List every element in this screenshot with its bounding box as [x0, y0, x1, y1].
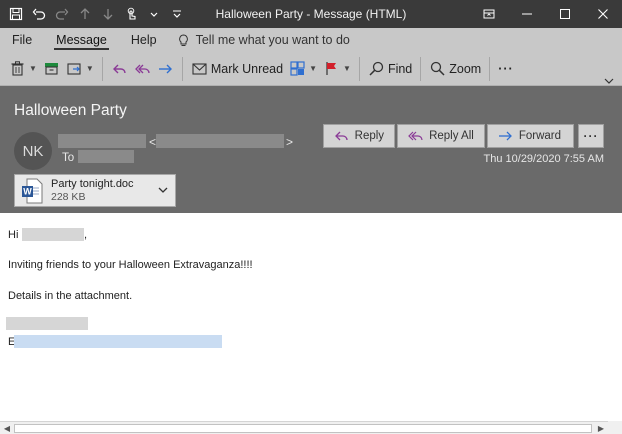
reply-icon [334, 131, 348, 140]
ribbon-separator [420, 56, 422, 81]
search-icon [369, 61, 384, 76]
forward-icon [158, 64, 172, 74]
archive-icon [44, 63, 58, 75]
move-button[interactable]: ▼ [63, 55, 97, 83]
mail-unread-icon [192, 63, 207, 75]
delete-button[interactable]: ▼ [6, 55, 40, 83]
forward-button[interactable]: Forward [486, 124, 574, 148]
maximize-icon[interactable] [546, 0, 584, 28]
menu-bar: File Message Help Tell me what you want … [0, 28, 622, 52]
sender-name-redacted[interactable] [58, 134, 146, 148]
menu-file[interactable]: File [0, 28, 44, 52]
zoom-label: Zoom [449, 61, 482, 76]
ribbon-separator [181, 56, 183, 81]
reply-button[interactable]: Reply [322, 124, 396, 148]
menu-message[interactable]: Message [44, 28, 119, 52]
scrollbar-thumb[interactable] [14, 424, 592, 433]
forward-button[interactable] [154, 55, 177, 83]
scrollbar-corner [608, 421, 622, 434]
scroll-left-icon[interactable]: ◀ [1, 423, 13, 434]
menu-help[interactable]: Help [119, 28, 169, 52]
message-header: Halloween Party NK < > To Reply Reply Al… [0, 86, 622, 213]
reply-all-icon [134, 64, 150, 74]
reply-all-label: Reply All [429, 130, 474, 142]
sender-email-redacted[interactable] [156, 134, 284, 148]
zoom-icon [431, 61, 445, 76]
find-button[interactable]: Find [365, 55, 415, 83]
minimize-icon[interactable] [508, 0, 546, 28]
reply-button[interactable] [108, 55, 131, 83]
categorize-icon [290, 61, 305, 76]
message-body: Hi , Inviting friends to your Halloween … [0, 213, 622, 421]
chevron-down-icon[interactable] [157, 184, 169, 196]
mark-unread-label: Mark Unread [210, 61, 284, 76]
svg-text:W: W [23, 186, 32, 196]
attachment-card[interactable]: W Party tonight.doc 228 KB [14, 174, 176, 207]
message-date: Thu 10/29/2020 7:55 AM [483, 153, 604, 165]
body-greeting: Hi [8, 229, 18, 241]
move-icon [67, 63, 81, 75]
categorize-button[interactable]: ▼ [286, 55, 320, 83]
horizontal-scrollbar[interactable]: ◀ ▶ [0, 421, 608, 434]
more-commands-button[interactable]: ··· [495, 55, 517, 83]
signature-email-link-redacted[interactable] [14, 335, 222, 348]
chevron-down-icon: ▼ [85, 64, 94, 73]
reply-label: Reply [354, 130, 385, 142]
sender-email-close-bracket: > [286, 135, 294, 149]
attachment-info: Party tonight.doc 228 KB [51, 178, 134, 204]
find-label: Find [387, 61, 413, 76]
chevron-down-icon: ▼ [309, 64, 318, 73]
flag-icon [326, 62, 337, 75]
message-subject: Halloween Party [14, 102, 127, 119]
zoom-button[interactable]: Zoom [426, 55, 484, 83]
forward-icon [498, 131, 512, 140]
tell-me-search[interactable]: Tell me what you want to do [177, 33, 350, 47]
close-icon[interactable] [584, 0, 622, 28]
window-controls [470, 0, 622, 28]
chevron-down-icon: ▼ [29, 64, 37, 73]
archive-button[interactable] [40, 55, 63, 83]
more-actions-button[interactable]: ··· [578, 124, 604, 148]
ribbon-separator [489, 56, 491, 81]
chevron-down-icon: ▼ [343, 64, 351, 73]
body-line-1: Inviting friends to your Halloween Extra… [8, 259, 253, 271]
avatar[interactable]: NK [14, 132, 52, 170]
attachment-name: Party tonight.doc [51, 177, 134, 190]
signature-name-redacted [6, 317, 88, 330]
reply-icon [112, 64, 126, 74]
reply-all-button[interactable] [131, 55, 154, 83]
mark-unread-button[interactable]: Mark Unread [188, 55, 286, 83]
reply-all-button[interactable]: Reply All [397, 124, 485, 148]
tell-me-text: Tell me what you want to do [195, 33, 350, 47]
title-bar: Halloween Party - Message (HTML) [0, 0, 622, 28]
word-document-icon: W [21, 178, 43, 204]
recipient-redacted[interactable] [78, 150, 134, 163]
ribbon-separator [358, 56, 360, 81]
ribbon-separator [101, 56, 103, 81]
to-label: To [62, 152, 75, 164]
delete-icon [11, 61, 24, 76]
body-line-2: Details in the attachment. [8, 290, 133, 302]
ribbon-display-options-icon[interactable] [470, 0, 508, 28]
forward-label: Forward [518, 130, 561, 142]
greeting-text: Hi [8, 229, 19, 241]
recipient-name-redacted [22, 228, 84, 241]
sender-email-open-bracket: < [149, 135, 157, 149]
ribbon: ▼ ▼ Mark Unread ▼ ▼ Find Zoom ··· [0, 52, 622, 86]
reply-all-icon [408, 131, 423, 140]
greeting-suffix: , [84, 229, 88, 241]
more-label: ··· [498, 61, 514, 76]
lightbulb-icon [178, 33, 188, 46]
message-actions: Reply Reply All Forward [322, 124, 574, 148]
scroll-right-icon[interactable]: ▶ [595, 423, 607, 434]
follow-up-button[interactable]: ▼ [320, 55, 354, 83]
attachment-size: 228 KB [51, 190, 86, 203]
